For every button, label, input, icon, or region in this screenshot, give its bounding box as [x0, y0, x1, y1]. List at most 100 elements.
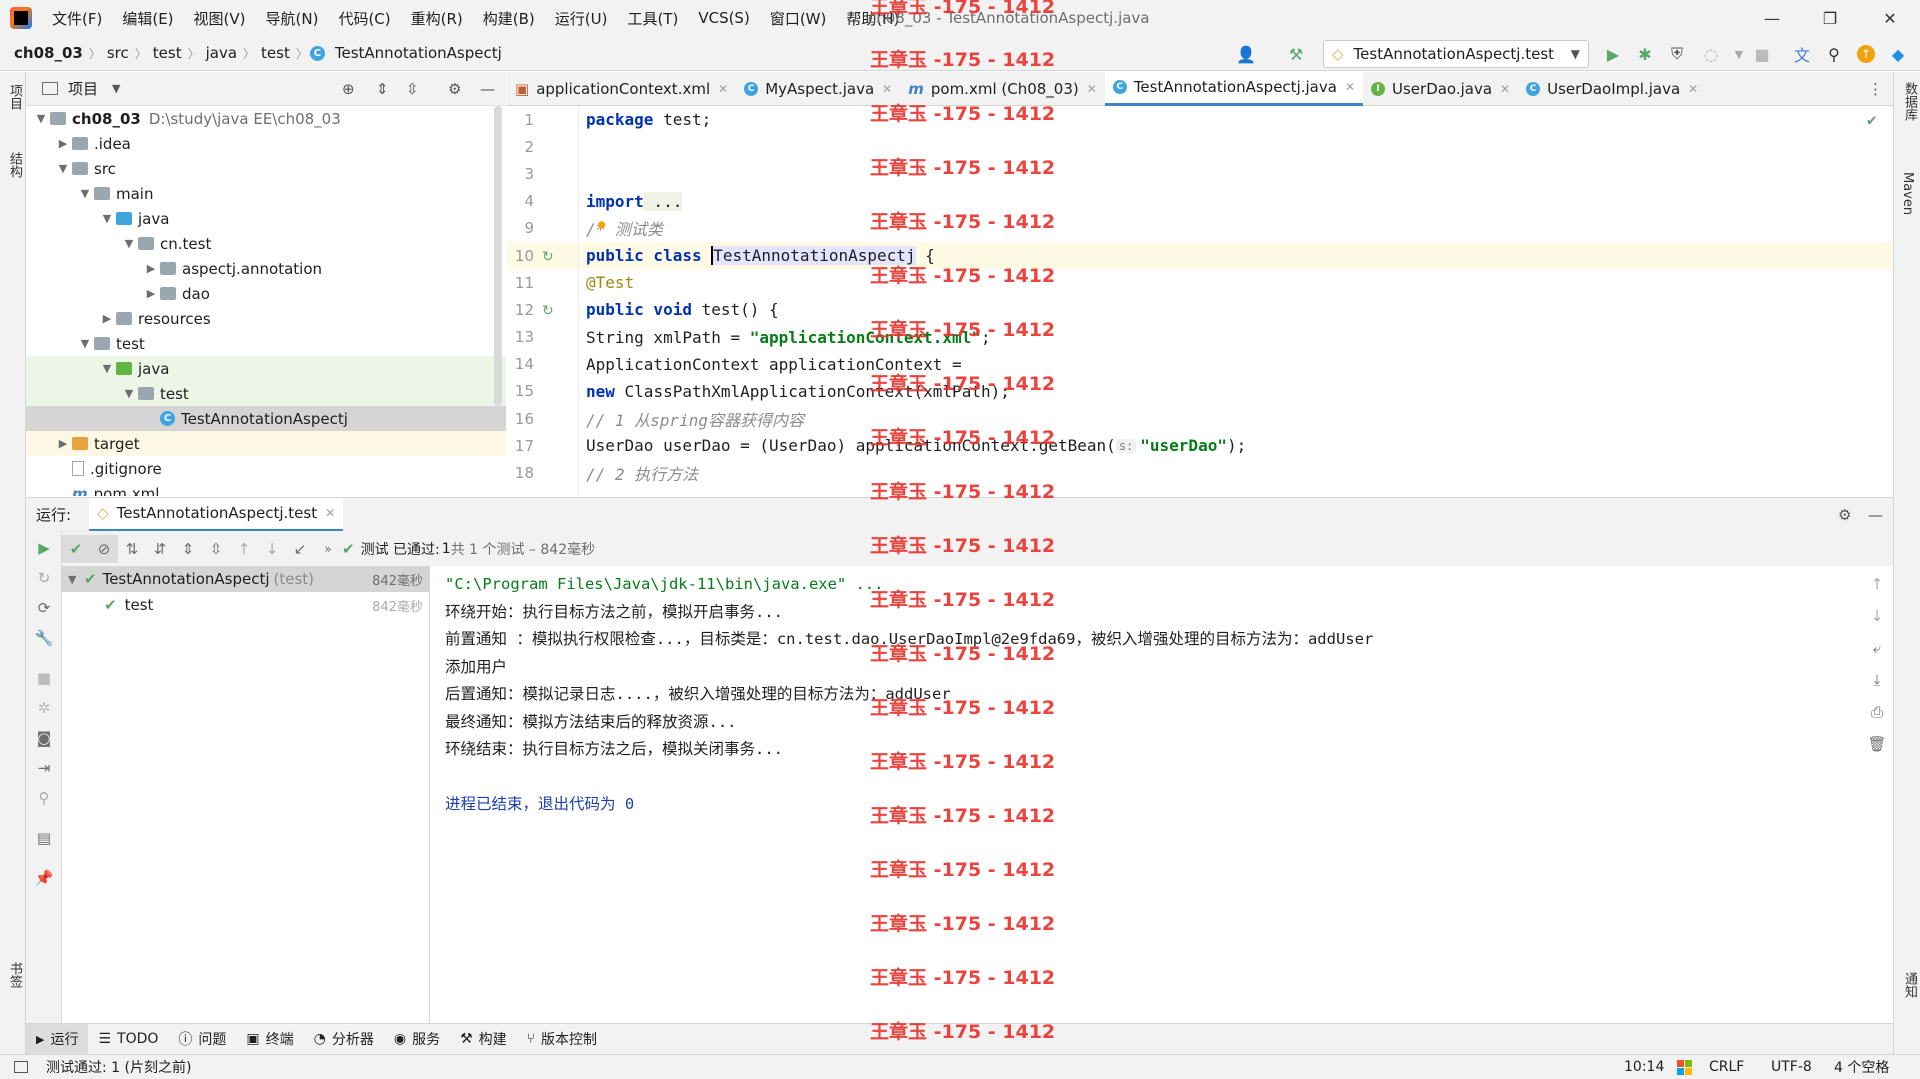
tab-todo[interactable]: ☰ TODO — [88, 1024, 168, 1055]
next-test-icon[interactable]: ↓ — [258, 535, 286, 563]
tree-node-dao[interactable]: ▶ dao — [26, 281, 506, 306]
close-tab-icon[interactable]: ✕ — [1688, 82, 1698, 96]
menu-item[interactable]: 重构(R) — [401, 0, 473, 36]
collapse-all-icon[interactable]: ⇳ — [406, 80, 419, 98]
pin-icon[interactable]: 📌 — [30, 864, 58, 892]
project-panel-title[interactable]: 项目 — [68, 78, 98, 99]
gear-icon[interactable]: ⚙ — [448, 80, 461, 98]
tree-scrollbar[interactable] — [494, 106, 502, 406]
rerun-failed-icon[interactable]: ↻ — [30, 564, 58, 592]
restore-button[interactable]: ❐ — [1802, 0, 1858, 36]
tree-node-main-java[interactable]: ▼ java — [26, 206, 506, 231]
tab-run[interactable]: ▶ 运行 — [26, 1023, 89, 1055]
panel-toggle-icon[interactable] — [14, 1061, 28, 1073]
zoom-icon[interactable]: ⚲ — [30, 784, 58, 812]
user-icon[interactable]: 👤 — [1232, 40, 1260, 68]
hide-panel-icon[interactable]: — — [1868, 506, 1883, 524]
tree-node-resources[interactable]: ▶ resources — [26, 306, 506, 331]
tab-version-control[interactable]: ⑂ 版本控制 — [517, 1024, 607, 1055]
hide-panel-icon[interactable]: — — [480, 80, 495, 98]
structure-tool-button[interactable]: 结构 — [5, 152, 24, 178]
tree-node-main[interactable]: ▼ main — [26, 181, 506, 206]
translate-icon[interactable]: 文 — [1788, 40, 1816, 68]
folded-imports[interactable]: ... — [643, 191, 683, 211]
trash-icon[interactable]: 🗑 — [1863, 730, 1891, 758]
export-icon[interactable]: ↙ — [286, 535, 314, 563]
stop-icon[interactable]: ■ — [1748, 40, 1776, 68]
tab-user-dao[interactable]: I UserDao.java ✕ — [1363, 72, 1518, 106]
tree-node-test-package[interactable]: ▼ test — [26, 381, 506, 406]
menu-item[interactable]: 导航(N) — [256, 0, 329, 36]
minimize-button[interactable]: — — [1744, 0, 1800, 36]
show-passed-icon[interactable]: ✔ — [62, 534, 90, 563]
tab-application-context-xml[interactable]: ▣ applicationContext.xml ✕ — [507, 72, 736, 106]
toggle-auto-test-icon[interactable]: ⟳ — [30, 594, 58, 622]
menu-item[interactable]: 视图(V) — [184, 0, 256, 36]
coverage-icon[interactable]: ⛨ — [1663, 40, 1691, 68]
test-tree-root[interactable]: ▼ ✔ TestAnnotationAspectj (test) 842毫秒 — [62, 566, 429, 592]
menu-item[interactable]: 构建(B) — [473, 0, 545, 36]
menu-item[interactable]: 代码(C) — [328, 0, 400, 36]
show-ignored-icon[interactable]: ⊘ — [90, 534, 118, 563]
menu-item[interactable]: 文件(F) — [42, 0, 112, 36]
close-tab-icon[interactable]: ✕ — [325, 506, 335, 520]
tab-terminal[interactable]: ▣ 终端 — [236, 1024, 303, 1055]
tab-test-annotation-aspectj[interactable]: C TestAnnotationAspectj.java ✕ — [1104, 71, 1363, 106]
profile-icon[interactable]: ◌ — [1697, 40, 1725, 68]
project-tool-button[interactable]: 项目 — [5, 84, 24, 110]
run-tab[interactable]: ◇ TestAnnotationAspectj.test ✕ — [89, 497, 344, 532]
tree-node-aspectj-annotation[interactable]: ▶ aspectj.annotation — [26, 256, 506, 281]
close-tab-icon[interactable]: ✕ — [1087, 82, 1097, 96]
tree-node-cn-test[interactable]: ▼ cn.test — [26, 231, 506, 256]
breadcrumb-project[interactable]: ch08_03 — [10, 44, 87, 62]
line-separator[interactable]: CRLF — [1709, 1059, 1744, 1075]
previous-test-icon[interactable]: ↑ — [230, 535, 258, 563]
expand-all-icon[interactable]: ⇕ — [174, 535, 202, 563]
run-test-gutter-icon[interactable]: ↻ — [542, 249, 554, 265]
menu-item[interactable]: 工具(T) — [617, 0, 688, 36]
maven-tool-button[interactable]: Maven — [1900, 172, 1915, 215]
expand-all-icon[interactable]: ⇕ — [376, 80, 389, 98]
status-message[interactable]: 测试通过: 1 (片刻之前) — [46, 1057, 191, 1077]
run-test-gutter-icon[interactable]: ↻ — [542, 303, 554, 319]
breadcrumb-package[interactable]: test — [257, 44, 294, 62]
console-output[interactable]: "C:\Program Files\Java\jdk-11\bin\java.e… — [431, 566, 1861, 1023]
tree-node-target[interactable]: ▶ target — [26, 431, 506, 456]
locate-icon[interactable]: ⊕ — [342, 80, 355, 98]
dump-threads-icon[interactable]: ✲ — [30, 694, 58, 722]
tree-node-test[interactable]: ▼ test — [26, 331, 506, 356]
build-hammer-icon[interactable]: ⚒ — [1282, 40, 1310, 68]
tab-problems[interactable]: ⓘ 问题 — [168, 1024, 236, 1055]
close-tab-icon[interactable]: ✕ — [882, 82, 892, 96]
tabs-menu-icon[interactable]: ⋮ — [1868, 80, 1883, 98]
test-tree-child[interactable]: ✔ test 842毫秒 — [62, 592, 429, 618]
rerun-icon[interactable]: ▶ — [30, 534, 58, 562]
close-tab-icon[interactable]: ✕ — [1500, 82, 1510, 96]
collapse-all-icon[interactable]: ⇳ — [202, 535, 230, 563]
tree-node-gitignore[interactable]: .gitignore — [26, 456, 506, 481]
caret-position[interactable]: 10:14 — [1624, 1059, 1664, 1075]
menu-item[interactable]: 窗口(W) — [760, 0, 837, 36]
update-icon[interactable]: ↑ — [1852, 40, 1880, 68]
chevron-down-icon[interactable]: ▼ — [112, 82, 120, 95]
indent-setting[interactable]: 4 个空格 — [1834, 1057, 1889, 1077]
gear-icon[interactable]: ⚙ — [1838, 506, 1851, 524]
search-icon[interactable]: ⚲ — [1820, 40, 1848, 68]
menu-item[interactable]: 运行(U) — [545, 0, 618, 36]
scroll-up-icon[interactable]: ↑ — [1863, 570, 1891, 598]
tab-build[interactable]: ⚒ 构建 — [450, 1024, 517, 1055]
code-editor[interactable]: package test; import ... /* 测试类 ● public … — [580, 106, 1893, 496]
bulb-icon[interactable]: ● — [598, 217, 605, 231]
database-tool-button[interactable]: 数据库 — [1900, 82, 1919, 121]
breadcrumb-class[interactable]: TestAnnotationAspectj — [331, 44, 506, 62]
close-tab-icon[interactable]: ✕ — [1345, 80, 1355, 94]
scroll-to-end-icon[interactable]: ⤓ — [1863, 666, 1891, 694]
file-encoding[interactable]: UTF-8 — [1771, 1059, 1812, 1075]
plugin-icon[interactable]: ◆ — [1884, 40, 1912, 68]
more-icon[interactable]: » — [314, 535, 342, 563]
breadcrumb-java[interactable]: java — [202, 44, 241, 62]
bookmarks-tool-button[interactable]: 书签 — [5, 962, 24, 988]
run-configuration-select[interactable]: ◇ TestAnnotationAspectj.test ▼ — [1323, 40, 1589, 68]
tree-node-test-class[interactable]: C TestAnnotationAspectj — [26, 406, 506, 431]
run-icon[interactable]: ▶ — [1599, 40, 1627, 68]
